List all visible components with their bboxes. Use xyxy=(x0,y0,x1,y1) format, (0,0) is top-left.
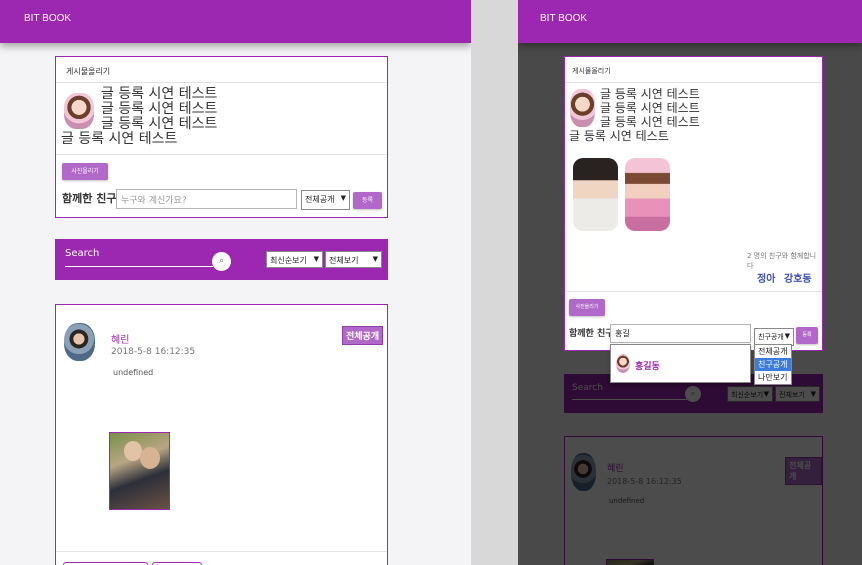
post-composer: 게시물올리기 글 등록 시연 테스트 글 등록 시연 테스트 글 등록 시연 테… xyxy=(55,56,388,218)
chevron-down-icon: ▼ xyxy=(340,194,346,202)
submit-button[interactable]: 등록 xyxy=(353,192,382,209)
visibility-select[interactable]: 전체공개 ▼ xyxy=(301,190,350,210)
composer-divider xyxy=(565,291,822,292)
friends-input[interactable]: 홍길 xyxy=(610,324,751,343)
post-divider xyxy=(56,551,387,552)
photo-upload-button[interactable]: 사진올리기 xyxy=(62,163,108,180)
visibility-options: 전체공개 친구공개 나만보기 xyxy=(754,344,792,385)
sort-value: 최신순보기 xyxy=(270,256,307,265)
composer-line: 글 등록 시연 테스트 xyxy=(600,115,700,129)
composer-title: 게시물올리기 xyxy=(565,57,822,83)
search-bar: Search ⌕ 최신순보기 ▼ 전체보기 ▼ xyxy=(55,239,388,280)
chevron-down-icon: ▼ xyxy=(313,255,319,263)
tagged-friend[interactable]: 정아 xyxy=(757,270,775,285)
composer-line: 글 등록 시연 테스트 xyxy=(61,131,178,147)
visibility-option[interactable]: 나만보기 xyxy=(755,371,791,384)
search-underline xyxy=(65,266,213,267)
filter-value: 전체보기 xyxy=(329,256,359,265)
brand-title[interactable]: BIT BOOK xyxy=(540,13,587,24)
chevron-down-icon: ▼ xyxy=(784,332,790,340)
brand-title[interactable]: BIT BOOK xyxy=(24,13,71,24)
right-view: BIT BOOK Search ⌕ 최신순보기▼ 전체보기▼ 혜린 2018-5… xyxy=(518,0,862,565)
author-avatar[interactable] xyxy=(64,323,95,361)
author-name[interactable]: 혜린 xyxy=(111,331,129,346)
composer-line: 글 등록 시연 테스트 xyxy=(101,101,218,117)
search-input[interactable]: Search xyxy=(65,248,99,259)
post-photo[interactable] xyxy=(109,432,170,510)
app-bar: BIT BOOK xyxy=(0,0,471,43)
composer-avatar xyxy=(570,89,595,127)
composer-line: 글 등록 시연 테스트 xyxy=(600,87,700,101)
suggestion-name[interactable]: 홍길동 xyxy=(635,359,660,372)
post-card: 혜린 2018-5-8 16:12:35 전체공개 undefined xyxy=(55,304,388,565)
composer-line: 글 등록 시연 테스트 xyxy=(600,101,700,115)
composer-line: 글 등록 시연 테스트 xyxy=(101,116,218,132)
visibility-value: 전체공개 xyxy=(305,195,335,204)
post-date: 2018-5-8 16:12:35 xyxy=(111,347,196,357)
friends-label: 함께한 친구 xyxy=(62,192,117,205)
visibility-option[interactable]: 전체공개 xyxy=(755,345,791,358)
visibility-value: 친구공개 xyxy=(758,333,784,341)
tagged-photo[interactable] xyxy=(573,158,618,231)
left-view: BIT BOOK 게시물올리기 글 등록 시연 테스트 글 등록 시연 테스트 … xyxy=(0,0,471,565)
tagged-photo[interactable] xyxy=(625,158,670,231)
composer-title: 게시물올리기 xyxy=(56,57,387,83)
composer-avatar xyxy=(64,93,94,129)
chevron-down-icon: ▼ xyxy=(372,255,378,263)
photo-figure xyxy=(140,447,160,469)
visibility-option-selected[interactable]: 친구공개 xyxy=(755,358,791,371)
friend-suggestion-list: 홍길동 xyxy=(610,344,751,383)
composer-text[interactable]: 글 등록 시연 테스트 글 등록 시연 테스트 글 등록 시연 테스트 글 등록… xyxy=(61,86,218,147)
submit-button[interactable]: 등록 xyxy=(796,327,818,344)
visibility-badge: 전체공개 xyxy=(342,326,384,345)
composer-divider xyxy=(56,154,387,155)
filter-select[interactable]: 전체보기 ▼ xyxy=(325,251,382,268)
search-icon[interactable]: ⌕ xyxy=(212,252,231,271)
post-body: undefined xyxy=(113,368,154,377)
friends-input[interactable]: 누구와 계신가요? xyxy=(116,189,297,209)
photo-upload-button[interactable]: 사진올리기 xyxy=(569,299,605,316)
composer-line: 글 등록 시연 테스트 xyxy=(569,129,669,143)
sort-select[interactable]: 최신순보기 ▼ xyxy=(266,251,323,268)
post-composer-modal: 게시물올리기 글 등록 시연 테스트 글 등록 시연 테스트 글 등록 시연 테… xyxy=(564,56,823,351)
friends-label: 함께한 친구 xyxy=(569,329,614,339)
tagged-friend[interactable]: 강호동 xyxy=(784,270,812,285)
app-bar: BIT BOOK xyxy=(518,0,862,43)
composer-text[interactable]: 글 등록 시연 테스트 글 등록 시연 테스트 글 등록 시연 테스트 글 등록… xyxy=(569,87,700,143)
suggestion-avatar xyxy=(616,354,630,373)
friends-count-note: 2 명의 친구와 함께합니다 xyxy=(747,252,817,270)
composer-line: 글 등록 시연 테스트 xyxy=(101,86,218,102)
